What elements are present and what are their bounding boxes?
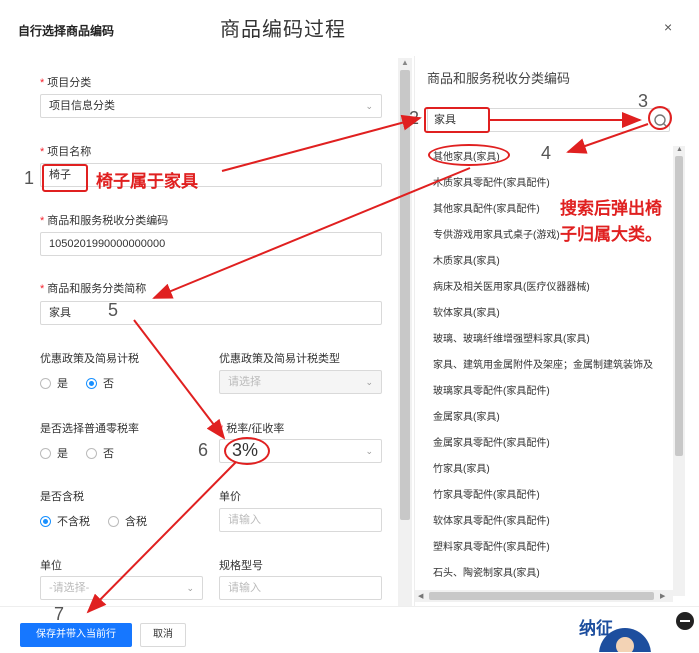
chevron-down-icon: ⌄ [365,101,373,111]
radio-circle [40,447,51,459]
tree-item[interactable]: 石头、陶瓷制家具(家具) [433,564,540,579]
unit-price-label: 单价 [219,491,241,503]
tax-included-label: 是否含税 [40,491,84,503]
radio-label: 否 [103,378,114,390]
radio-circle-selected [40,515,51,527]
radio-label: 是 [57,378,68,390]
project-name-input[interactable]: 椅子 [40,163,382,187]
badge-text: 纳征 [579,619,613,638]
radio-tax-excluded[interactable]: 不含税 [40,513,90,529]
chevron-down-icon: ⌄ [186,583,194,593]
tree-item[interactable]: 玻璃家具零配件(家具配件) [433,382,550,397]
project-category-select[interactable]: 项目信息分类 ⌄ [40,94,382,118]
project-name-label: * 项目名称 [40,146,92,158]
minimize-icon[interactable] [676,612,694,630]
tree-item[interactable]: 木质家具零配件(家具配件) [433,174,550,189]
step-6-label: 6 [198,440,209,460]
radio-tax-included[interactable]: 含税 [108,513,147,529]
tree-item[interactable]: 竹家具(家具) [433,460,490,475]
tree-item[interactable]: 塑料家具零配件(家具配件) [433,538,550,553]
radio-label: 含税 [125,516,147,528]
form-panel: * 项目分类 项目信息分类 ⌄ * 项目名称 椅子 * 商品和服务税收分类编码 1050… [0,56,396,606]
scroll-right-icon[interactable]: ▶ [660,592,665,600]
tax-mascot-badge: 纳征 [573,612,657,652]
highlight-ellipse-rate [224,437,270,465]
annotation-chair-note: 椅子属于家具 [96,172,198,191]
step-7-label: 7 [54,604,65,624]
radio-label: 否 [103,448,114,460]
panel-title: 商品和服务税收分类编码 [427,71,571,86]
unit-price-input[interactable]: 请输入 [219,508,382,532]
step-4-label: 4 [541,143,552,163]
close-icon[interactable]: × [664,19,672,35]
step-1-label: 1 [24,168,35,188]
preferential-type-select[interactable]: 请选择 ⌄ [219,370,382,394]
zero-rate-label: 是否选择普通零税率 [40,423,139,435]
step-2-label: 2 [409,108,420,128]
scrollbar-thumb[interactable] [675,156,683,456]
tax-rate-label: * 税率/征收率 [219,423,285,435]
chevron-down-icon: ⌄ [365,377,373,387]
radio-preferential-yes[interactable]: 是 [40,375,68,391]
highlight-box-project-name [42,164,88,192]
preferential-policy-label: 优惠政策及简易计税 [40,353,139,365]
tree-item[interactable]: 专供游戏用家具式桌子(游戏) [433,226,560,241]
tree-item[interactable]: 玻璃、玻璃纤维增强塑料家具(家具) [433,330,590,345]
radio-circle [86,447,97,459]
project-category-label: * 项目分类 [40,77,92,89]
tree-item[interactable]: 木质家具(家具) [433,252,500,267]
tree-item[interactable]: 金属家具(家具) [433,408,500,423]
tax-short-name-input[interactable]: 家具 [40,301,382,325]
step-3-label: 3 [638,91,649,111]
tax-code-label: * 商品和服务税收分类编码 [40,215,169,227]
preferential-policy-radios: 是 否 [40,375,132,391]
tree-item[interactable]: 家具、建筑用金属附件及架座；金属制建筑装饰及 [433,356,653,371]
tree-horizontal-scrollbar[interactable]: ◀ ▶ [415,590,673,602]
radio-zero-yes[interactable]: 是 [40,445,68,461]
tree-item[interactable]: 软体家具零配件(家具配件) [433,512,550,527]
spec-label: 规格型号 [219,560,263,572]
radio-circle [108,515,119,527]
tax-code-input[interactable]: 1050201990000000000 [40,232,382,256]
cancel-button[interactable]: 取消 [140,623,186,647]
scroll-left-icon[interactable]: ◀ [418,592,423,600]
radio-label: 不含税 [57,516,90,528]
tree-item[interactable]: 病床及相关医用家具(医疗仪器器械) [433,278,590,293]
scroll-up-icon[interactable]: ▲ [401,58,409,67]
radio-preferential-no[interactable]: 否 [86,375,114,391]
scrollbar-thumb[interactable] [429,592,654,600]
step-5-label: 5 [108,300,119,320]
highlight-box-search [424,107,490,133]
preferential-type-label: 优惠政策及简易计税类型 [219,353,340,365]
save-apply-button[interactable]: 保存并带入当前行 [20,623,132,647]
annotation-search-note: 搜索后弹出椅子归属大类。 [560,199,662,244]
dialog-header: 自行选择商品编码 商品编码过程 × [0,0,699,56]
radio-circle-selected [86,377,97,389]
zero-rate-radios: 是 否 [40,445,132,461]
spec-input[interactable]: 请输入 [219,576,382,600]
tree-item[interactable]: 竹家具零配件(家具配件) [433,486,540,501]
unit-label: 单位 [40,560,62,572]
radio-label: 是 [57,448,68,460]
tree-item[interactable]: 金属家具零配件(家具配件) [433,434,550,449]
tax-included-radios: 不含税 含税 [40,513,165,529]
tax-code-panel: 商品和服务税收分类编码 家具 其他家具(家具) 木质家具零配件(家具配件) 其他… [414,56,699,606]
highlight-circle-search-icon [648,106,672,130]
dialog-title: 自行选择商品编码 [18,24,115,38]
form-scrollbar[interactable]: ▲ [398,58,412,606]
unit-select[interactable]: -请选择- ⌄ [40,576,203,600]
tree-vertical-scrollbar[interactable]: ▲ [673,146,685,596]
tax-short-name-label: * 商品和服务分类简称 [40,283,147,295]
scroll-up-icon[interactable]: ▲ [676,146,683,153]
scrollbar-thumb[interactable] [400,70,410,520]
radio-circle [40,377,51,389]
tree-item[interactable]: 其他家具配件(家具配件) [433,200,540,215]
overlay-title: 商品编码过程 [220,19,346,41]
highlight-ellipse-result [428,144,510,166]
chevron-down-icon: ⌄ [365,446,373,456]
tree-item[interactable]: 软体家具(家具) [433,304,500,319]
radio-zero-no[interactable]: 否 [86,445,114,461]
